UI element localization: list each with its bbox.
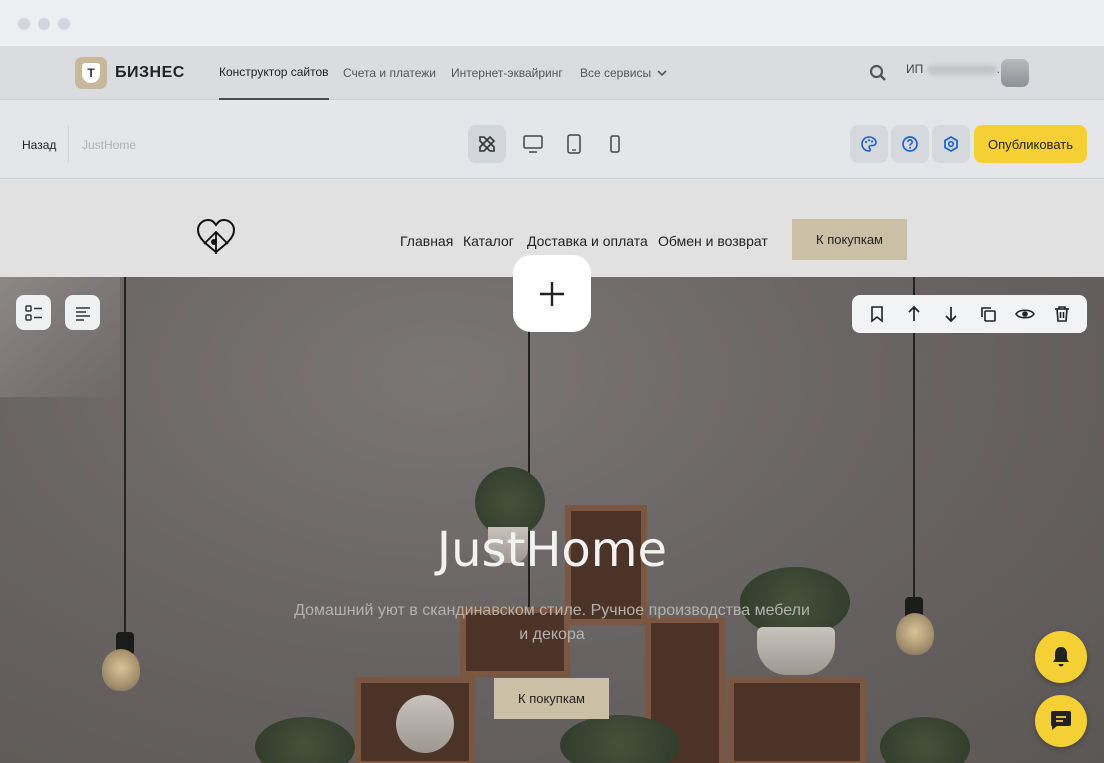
toolbar-divider bbox=[68, 126, 69, 162]
trash-icon bbox=[1055, 306, 1070, 322]
phone-icon bbox=[610, 135, 620, 153]
desktop-view-button[interactable] bbox=[514, 125, 552, 163]
text-align-icon bbox=[75, 306, 90, 321]
window-titlebar bbox=[0, 0, 1104, 46]
nav-all-services[interactable]: Все сервисы bbox=[580, 46, 668, 100]
header-shop-button[interactable]: К покупкам bbox=[792, 219, 907, 260]
user-prefix: ИП bbox=[906, 62, 924, 76]
add-block-button[interactable] bbox=[513, 255, 591, 332]
settings-hex-icon bbox=[944, 136, 958, 152]
chat-button[interactable] bbox=[1035, 695, 1087, 747]
mobile-view-button[interactable] bbox=[596, 125, 634, 163]
hero-block[interactable]: JustHome Домашний уют в скандинавском ст… bbox=[0, 277, 1104, 763]
move-up-button[interactable] bbox=[900, 300, 928, 328]
brand-logo[interactable]: T БИЗНЕС bbox=[75, 57, 185, 89]
notifications-button[interactable] bbox=[1035, 631, 1087, 683]
hero-subtitle[interactable]: Домашний уют в скандинавском стиле. Ручн… bbox=[290, 599, 814, 647]
publish-button[interactable]: Опубликовать bbox=[974, 125, 1087, 163]
copy-icon bbox=[981, 307, 996, 322]
site-nav-returns[interactable]: Обмен и возврат bbox=[658, 233, 768, 249]
nav-acquiring[interactable]: Интернет-эквайринг bbox=[451, 46, 563, 100]
pencil-ruler-icon bbox=[479, 135, 496, 152]
chevron-down-icon bbox=[657, 70, 667, 77]
hero-title[interactable]: JustHome bbox=[0, 522, 1104, 578]
brand-name: БИЗНЕС bbox=[115, 64, 185, 81]
help-button[interactable] bbox=[891, 125, 929, 163]
user-suffix: . bbox=[996, 62, 1000, 76]
nav-site-builder[interactable]: Конструктор сайтов bbox=[219, 46, 329, 100]
block-content-button[interactable] bbox=[65, 295, 100, 330]
heart-home-logo-icon[interactable] bbox=[194, 218, 238, 258]
editor-toolbar: Назад JustHome Опубликовать bbox=[0, 101, 1104, 179]
nav-invoices[interactable]: Счета и платежи bbox=[343, 46, 436, 100]
visibility-button[interactable] bbox=[1011, 300, 1039, 328]
wooden-crate bbox=[728, 677, 866, 763]
desktop-icon bbox=[523, 135, 543, 153]
blocks-list-button[interactable] bbox=[16, 295, 51, 330]
nav-all-services-label: Все сервисы bbox=[580, 66, 652, 80]
arrow-down-icon bbox=[945, 307, 957, 323]
lamp-cord bbox=[124, 277, 126, 637]
theme-button[interactable] bbox=[850, 125, 888, 163]
avatar[interactable] bbox=[1001, 59, 1029, 87]
window-minimize-dot[interactable] bbox=[38, 18, 50, 30]
hero-shop-button[interactable]: К покупкам bbox=[494, 678, 609, 719]
site-nav-home[interactable]: Главная bbox=[400, 233, 453, 249]
plant bbox=[255, 717, 355, 763]
eye-icon bbox=[1015, 309, 1036, 319]
site-nav-catalog[interactable]: Каталог bbox=[463, 233, 514, 249]
lamp-bulb bbox=[896, 613, 934, 655]
move-down-button[interactable] bbox=[937, 300, 965, 328]
window-zoom-dot[interactable] bbox=[58, 18, 70, 30]
design-mode-button[interactable] bbox=[468, 125, 506, 163]
delete-button[interactable] bbox=[1048, 300, 1076, 328]
bookmark-button[interactable] bbox=[863, 300, 891, 328]
plus-icon bbox=[540, 281, 564, 306]
blocks-list-icon bbox=[24, 304, 42, 321]
tablet-view-button[interactable] bbox=[555, 125, 593, 163]
palette-icon bbox=[861, 136, 877, 152]
hero-background bbox=[0, 277, 120, 397]
search-icon[interactable] bbox=[869, 64, 887, 82]
chat-icon bbox=[1051, 711, 1071, 730]
bookmark-icon bbox=[870, 306, 883, 323]
back-button[interactable]: Назад bbox=[22, 138, 56, 152]
duplicate-button[interactable] bbox=[974, 300, 1002, 328]
tbank-logo-icon: T bbox=[75, 57, 107, 89]
bell-icon bbox=[1053, 647, 1069, 667]
window-close-dot[interactable] bbox=[18, 18, 30, 30]
plant bbox=[880, 717, 970, 763]
block-actions-toolbar bbox=[852, 295, 1087, 333]
decor-sphere bbox=[396, 695, 454, 753]
site-name: JustHome bbox=[82, 138, 137, 152]
top-navigation-bar: T БИЗНЕС Конструктор сайтов Счета и плат… bbox=[0, 46, 1104, 100]
user-name-redacted bbox=[926, 64, 997, 75]
site-nav-delivery[interactable]: Доставка и оплата bbox=[527, 233, 648, 249]
arrow-up-icon bbox=[908, 305, 920, 321]
lamp-bulb bbox=[102, 649, 140, 691]
tablet-icon bbox=[567, 134, 581, 154]
settings-button[interactable] bbox=[932, 125, 970, 163]
user-account[interactable]: ИП . bbox=[906, 62, 1000, 76]
help-icon bbox=[902, 136, 918, 152]
